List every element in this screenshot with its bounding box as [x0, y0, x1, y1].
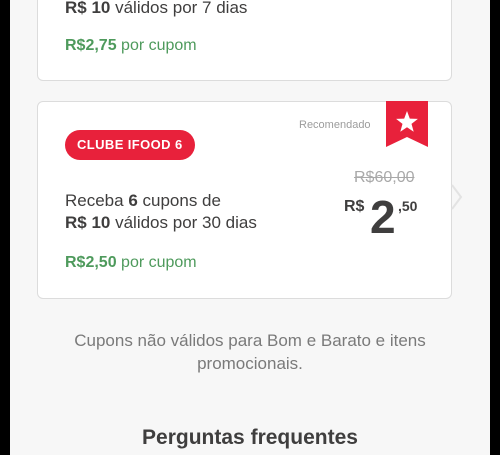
price-currency: R$	[344, 198, 365, 215]
plan-card-7-days[interactable]: R$ 10 válidos por 7 dias R$2,75 por cupo…	[37, 0, 452, 81]
plan-badge: CLUBE IFOOD 6	[65, 130, 195, 160]
price-per-coupon: R$2,50 por cupom	[65, 254, 197, 272]
price-per-coupon-amount: R$2,50	[65, 254, 117, 271]
old-price: R$60,00	[354, 169, 415, 186]
plan-description-line-1: Receba 6 cupons de	[65, 190, 221, 212]
price-per-coupon: R$2,75 por cupom	[65, 37, 197, 55]
coupon-restriction-notice: Cupons não válidos para Bom e Barato e i…	[10, 329, 490, 375]
desc-mid: cupons de	[137, 191, 221, 210]
plan-description-line-2: R$ 10 válidos por 30 dias	[65, 212, 257, 234]
price-per-coupon-suffix: por cupom	[116, 37, 197, 54]
validity-text: válidos por 7 dias	[110, 0, 248, 17]
coupon-value: R$ 10	[65, 213, 111, 232]
coupon-value: R$ 10	[65, 0, 111, 17]
price-per-coupon-amount: R$2,75	[65, 37, 117, 54]
recommended-label: Recomendado	[299, 119, 371, 131]
chevron-right-icon[interactable]	[450, 183, 464, 211]
plan-description: R$ 10 válidos por 7 dias	[65, 0, 247, 19]
notice-line-2: promocionais.	[197, 354, 303, 373]
plan-card-recommended[interactable]: CLUBE IFOOD 6 Recomendado Receba 6 cupon…	[37, 101, 452, 299]
coupon-count: 6	[128, 191, 138, 210]
notice-line-1: Cupons não válidos para Bom e Barato e i…	[74, 331, 426, 350]
price-integer: 2	[370, 191, 396, 243]
notice-text: Cupons não válidos para Bom e Barato e i…	[74, 331, 426, 373]
desc-prefix: Receba	[65, 191, 129, 210]
star-icon	[386, 101, 428, 147]
validity-text: válidos por 30 dias	[110, 213, 257, 232]
faq-title[interactable]: Perguntas frequentes	[10, 426, 490, 450]
price-cents: ,50	[398, 198, 418, 214]
plan-price-integer: 10	[352, 0, 403, 9]
price-per-coupon-suffix: por cupom	[116, 254, 197, 271]
plan-price: R$ 2 ,50	[344, 191, 444, 244]
app-screen: R$ 10 válidos por 7 dias R$2,75 por cupo…	[10, 0, 490, 455]
